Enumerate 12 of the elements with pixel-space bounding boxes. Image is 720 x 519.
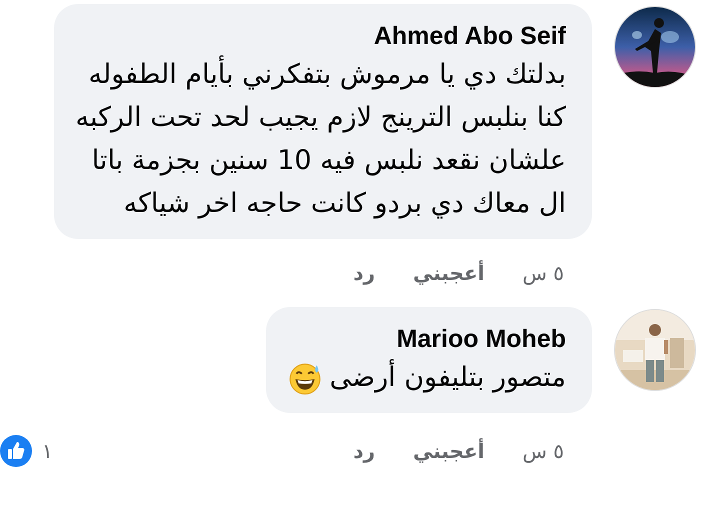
like-link[interactable]: أعجبني bbox=[412, 261, 484, 285]
comment-text: بدلتك دي يا مرموش بتفكرني بأيام الطفوله كنا بنلبس الترينج لازم يجيب لحد تحت الركبه علشان نقعد نلبس فيه 10 سنين بجزمة باتا ال معاك دي بردو كانت حاجه اخر شياكه bbox=[76, 53, 566, 225]
comment-text: متصور بتليفون أرضى bbox=[330, 356, 566, 399]
author-name[interactable]: Marioo Moheb bbox=[288, 325, 566, 354]
like-link[interactable]: أعجبني bbox=[412, 439, 484, 463]
timestamp: ٥ س bbox=[522, 439, 564, 463]
thumbs-up-icon bbox=[0, 435, 32, 467]
timestamp: ٥ س bbox=[522, 261, 564, 285]
reply-link[interactable]: رد bbox=[353, 439, 375, 463]
reaction-count: ١ bbox=[42, 439, 53, 463]
reply-link[interactable]: رد bbox=[353, 261, 375, 285]
author-name[interactable]: Ahmed Abo Seif bbox=[76, 22, 566, 51]
